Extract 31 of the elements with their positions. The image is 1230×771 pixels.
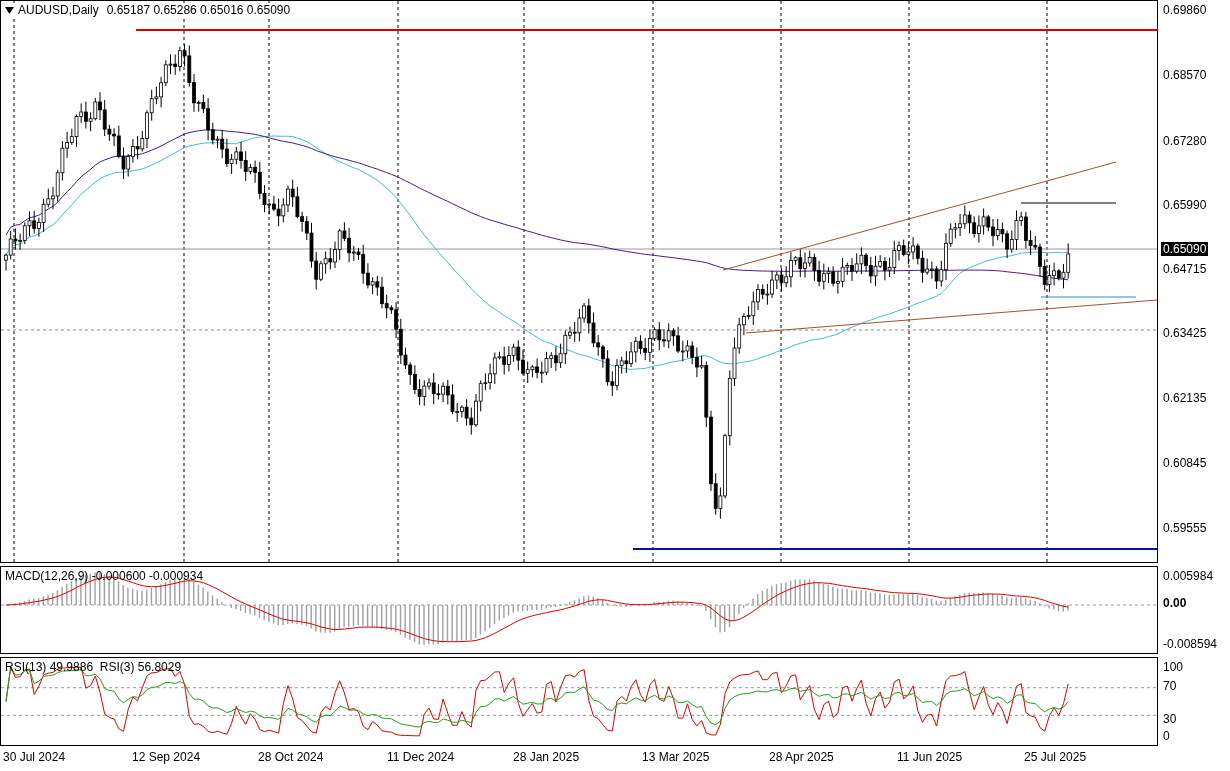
price-axis-label: 0.69860 (1162, 3, 1208, 17)
price-axis-label: 0.67280 (1162, 134, 1208, 148)
ohlc-values: 0.65187 0.65286 0.65016 0.65090 (106, 3, 291, 17)
price-axis-label: 0.65990 (1162, 198, 1208, 212)
price-axis-label: 0.60845 (1162, 456, 1208, 470)
time-axis-label: 30 Jul 2024 (3, 750, 66, 764)
dropdown-icon[interactable] (5, 6, 14, 14)
price-axis-label: 0.62135 (1162, 391, 1208, 405)
indicator-axis-label: 30 (1163, 712, 1177, 726)
indicator-axis-label: 100 (1163, 660, 1184, 674)
time-axis-label: 25 Jul 2025 (1024, 750, 1087, 764)
price-axis-label: 0.63425 (1162, 326, 1208, 340)
price-axis-label: 0.59555 (1162, 521, 1208, 535)
indicator-axis-label: 0.00 (1163, 596, 1187, 610)
indicator-title: MACD(12,26,9) -0.000600 -0.000934 (5, 569, 204, 583)
time-axis-label: 11 Jun 2025 (897, 750, 963, 764)
price-axis-label: 0.68570 (1162, 68, 1208, 82)
time-axis-label: 13 Mar 2025 (642, 750, 710, 764)
symbol-label: AUDUSD,Daily (18, 3, 99, 17)
indicator-axis-label: 0.005984 (1163, 569, 1214, 583)
current-price-label: 0.65090 (1161, 242, 1209, 256)
time-axis-label: 12 Sep 2024 (132, 750, 201, 764)
indicator-axis-label: -0.008594 (1163, 637, 1218, 651)
time-axis-label: 28 Oct 2024 (258, 750, 324, 764)
indicator-axis-label: 70 (1163, 679, 1177, 693)
time-axis-label: 11 Dec 2024 (387, 750, 455, 764)
indicator-title: RSI(13) 49.9886 RSI(3) 56.8029 (5, 660, 182, 674)
indicator-axis-label: 0 (1163, 729, 1170, 743)
price-axis-label: 0.64715 (1162, 262, 1208, 276)
time-axis-label: 28 Jan 2025 (513, 750, 580, 764)
time-axis-label: 28 Apr 2025 (769, 750, 834, 764)
